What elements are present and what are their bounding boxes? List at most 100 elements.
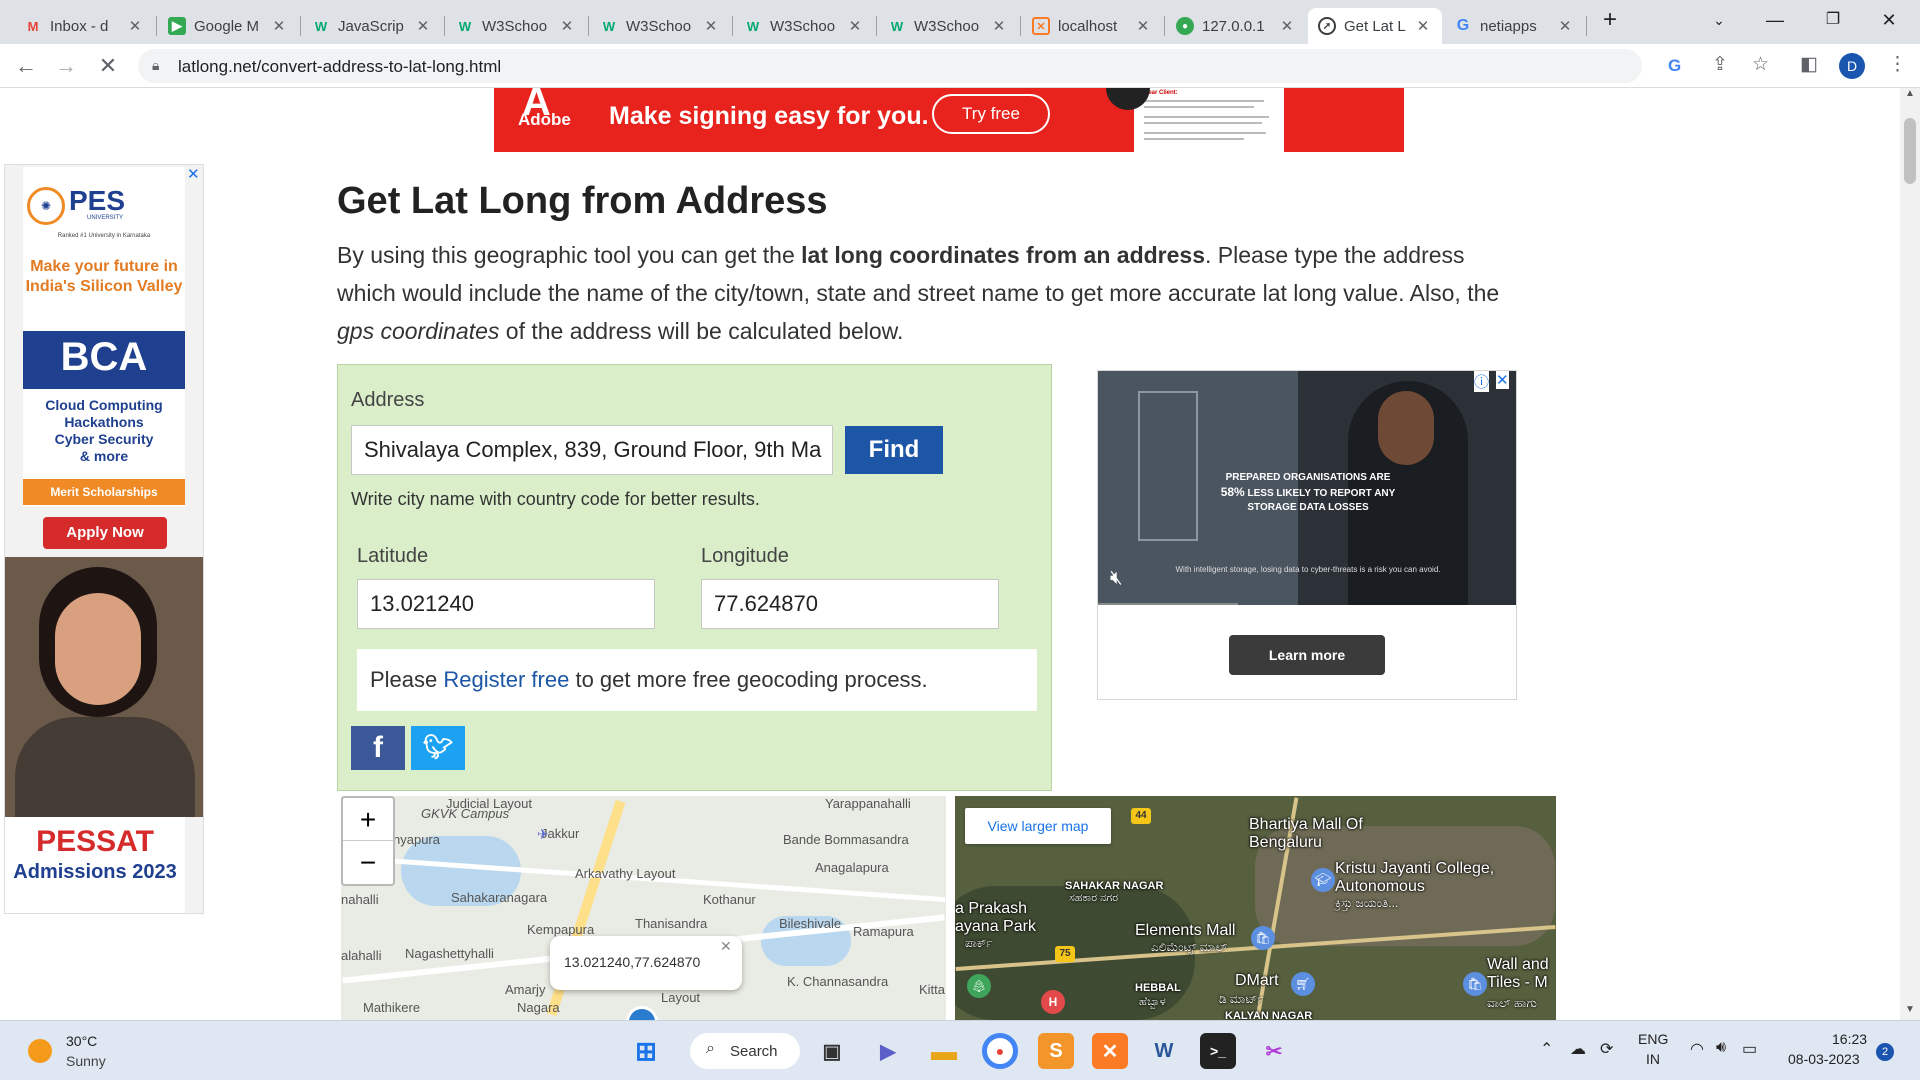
hospital-pin-icon[interactable]: H <box>1041 990 1065 1014</box>
restore-icon[interactable]: ❐ <box>1810 4 1856 36</box>
stop-loading-icon[interactable]: ✕ <box>92 50 124 82</box>
tab-get-lat-long[interactable]: ➚ Get Lat L ✕ <box>1308 8 1442 44</box>
wifi-icon[interactable]: ◠ <box>1690 1039 1704 1059</box>
sun-weather-icon[interactable] <box>28 1039 52 1063</box>
google-lens-icon[interactable]: G <box>1668 56 1681 76</box>
try-free-button[interactable]: Try free <box>932 94 1050 134</box>
zoom-out-button[interactable]: − <box>343 842 393 884</box>
tab-w3schools-4[interactable]: W W3Schoo ✕ <box>878 8 1018 44</box>
page-scrollbar[interactable]: ▲ ▼ <box>1900 88 1920 1020</box>
task-view-icon[interactable]: ▣ <box>814 1033 850 1069</box>
zoom-in-button[interactable]: + <box>343 798 393 841</box>
clock-date[interactable]: 08-03-2023 <box>1788 1051 1860 1067</box>
sync-icon[interactable]: ⟳ <box>1600 1039 1613 1059</box>
close-icon[interactable]: ✕ <box>414 17 432 35</box>
ad-close-icon[interactable]: ✕ <box>187 165 200 183</box>
latitude-input[interactable]: 13.021240 <box>357 579 655 629</box>
twitter-share-button[interactable]: 🐦︎ <box>411 726 465 770</box>
close-icon[interactable]: ✕ <box>1414 17 1432 35</box>
side-panel-icon[interactable]: ◧ <box>1800 53 1818 76</box>
street-map[interactable]: Judicial Layout GKVK Campus Jakkur Yarap… <box>341 796 946 1020</box>
close-icon[interactable]: ✕ <box>270 17 288 35</box>
adchoices-icon[interactable]: ⓘ <box>1474 371 1490 392</box>
tab-netiapps[interactable]: G netiapps ✕ <box>1444 8 1584 44</box>
profile-avatar[interactable]: D <box>1839 53 1865 79</box>
pes-university-ad[interactable]: ⓘ ✕ ✺ PES UNIVERSITY Ranked #1 Universit… <box>4 164 204 914</box>
adobe-banner-ad[interactable]: A Adobe Make signing easy for you. Try f… <box>494 88 1404 152</box>
kebab-menu-icon[interactable]: ⋮ <box>1888 53 1907 76</box>
satellite-map[interactable]: View larger map Bhartiya Mall Of Bengalu… <box>955 796 1556 1020</box>
clock-time[interactable]: 16:23 <box>1832 1031 1867 1047</box>
close-icon[interactable]: ✕ <box>846 17 864 35</box>
school-pin-icon[interactable]: 🎓︎ <box>1311 868 1335 892</box>
register-free-link[interactable]: Register free <box>443 667 569 692</box>
tab-gmail[interactable]: M Inbox - d ✕ <box>14 8 154 44</box>
mute-icon[interactable]: 🔇︎ <box>1110 567 1123 590</box>
feature-item: Hackathons <box>64 414 144 430</box>
region-label[interactable]: IN <box>1646 1051 1660 1067</box>
scroll-up-icon[interactable]: ▲ <box>1905 88 1915 99</box>
file-explorer-icon[interactable]: ▬ <box>926 1033 962 1069</box>
close-icon[interactable]: ✕ <box>126 17 144 35</box>
close-icon[interactable]: ✕ <box>1556 17 1574 35</box>
longitude-input[interactable]: 77.624870 <box>701 579 999 629</box>
close-icon[interactable]: ✕ <box>1134 17 1152 35</box>
close-icon[interactable]: ✕ <box>990 17 1008 35</box>
tab-w3schools-1[interactable]: W W3Schoo ✕ <box>446 8 586 44</box>
bookmark-star-icon[interactable]: ☆ <box>1752 53 1769 76</box>
notification-badge[interactable]: 2 <box>1876 1043 1894 1061</box>
apply-now-button[interactable]: Apply Now <box>43 517 167 549</box>
terminal-icon[interactable]: >_ <box>1200 1033 1236 1069</box>
tab-w3schools-2[interactable]: W W3Schoo ✕ <box>590 8 730 44</box>
tab-google-meet[interactable]: ▶ Google M ✕ <box>158 8 298 44</box>
ad-close-icon[interactable]: ✕ <box>1496 371 1509 389</box>
shopping-pin-icon[interactable]: 🛍︎ <box>1463 972 1487 996</box>
close-icon[interactable]: ✕ <box>1278 17 1296 35</box>
taskbar-search[interactable]: ⌕ Search <box>690 1033 800 1069</box>
battery-icon[interactable]: ▭ <box>1742 1039 1757 1059</box>
window-close-icon[interactable]: ✕ <box>1866 4 1912 36</box>
url-text[interactable]: latlong.net/convert-address-to-lat-long.… <box>178 57 501 77</box>
new-tab-icon[interactable]: + <box>1587 4 1633 36</box>
park-pin-icon[interactable]: 🌲︎ <box>967 974 991 998</box>
storage-ad[interactable]: PREPARED ORGANISATIONS ARE 58% LESS LIKE… <box>1097 370 1517 700</box>
close-icon[interactable]: ✕ <box>702 17 720 35</box>
word-icon[interactable]: W <box>1146 1033 1182 1069</box>
view-larger-map-link[interactable]: View larger map <box>965 808 1111 844</box>
weather-temp[interactable]: 30°C <box>66 1033 97 1049</box>
scroll-thumb[interactable] <box>1904 118 1916 184</box>
popup-close-icon[interactable]: ✕ <box>720 938 732 955</box>
weather-desc[interactable]: Sunny <box>66 1053 106 1069</box>
learn-more-button[interactable]: Learn more <box>1229 635 1385 675</box>
volume-icon[interactable]: 🔊︎ <box>1716 1039 1726 1057</box>
address-label: Address <box>351 389 425 411</box>
address-bar[interactable]: 🔒︎ latlong.net/convert-address-to-lat-lo… <box>138 49 1681 83</box>
snipping-tool-icon[interactable]: ✂ <box>1256 1033 1292 1069</box>
minimize-icon[interactable]: — <box>1752 4 1798 36</box>
chrome-icon[interactable]: ● <box>982 1033 1018 1069</box>
back-arrow-icon[interactable]: ← <box>10 50 42 82</box>
tab-127[interactable]: ● 127.0.0.1 ✕ <box>1166 8 1306 44</box>
find-button[interactable]: Find <box>845 426 943 474</box>
share-icon[interactable]: ⇪ <box>1712 53 1728 76</box>
close-icon[interactable]: ✕ <box>558 17 576 35</box>
tab-search-icon[interactable]: ⌄ <box>1696 4 1742 36</box>
windows-start-icon[interactable]: ⊞ <box>628 1033 664 1069</box>
xampp-icon[interactable]: ✕ <box>1092 1033 1128 1069</box>
onedrive-icon[interactable]: ☁ <box>1570 1039 1586 1059</box>
tab-localhost[interactable]: ✕ localhost ✕ <box>1022 8 1162 44</box>
tab-w3schools-3[interactable]: W W3Schoo ✕ <box>734 8 874 44</box>
facebook-share-button[interactable]: f <box>351 726 405 770</box>
tray-overflow-icon[interactable]: ⌃ <box>1540 1039 1553 1059</box>
address-input[interactable]: Shivalaya Complex, 839, Ground Floor, 9t… <box>351 425 833 475</box>
language-label[interactable]: ENG <box>1638 1031 1668 1047</box>
ad-video[interactable]: PREPARED ORGANISATIONS ARE 58% LESS LIKE… <box>1098 371 1516 605</box>
sublime-text-icon[interactable]: S <box>1038 1033 1074 1069</box>
forward-arrow-icon[interactable]: → <box>50 50 82 82</box>
tab-javascript[interactable]: W JavaScrip ✕ <box>302 8 442 44</box>
cart-pin-icon[interactable]: 🛒︎ <box>1291 972 1315 996</box>
pes-logo-sub: UNIVERSITY <box>87 215 124 221</box>
teams-chat-icon[interactable]: ▶ <box>870 1033 906 1069</box>
scroll-down-icon[interactable]: ▼ <box>1905 1004 1915 1015</box>
shopping-pin-icon[interactable]: 🛍︎ <box>1251 926 1275 950</box>
